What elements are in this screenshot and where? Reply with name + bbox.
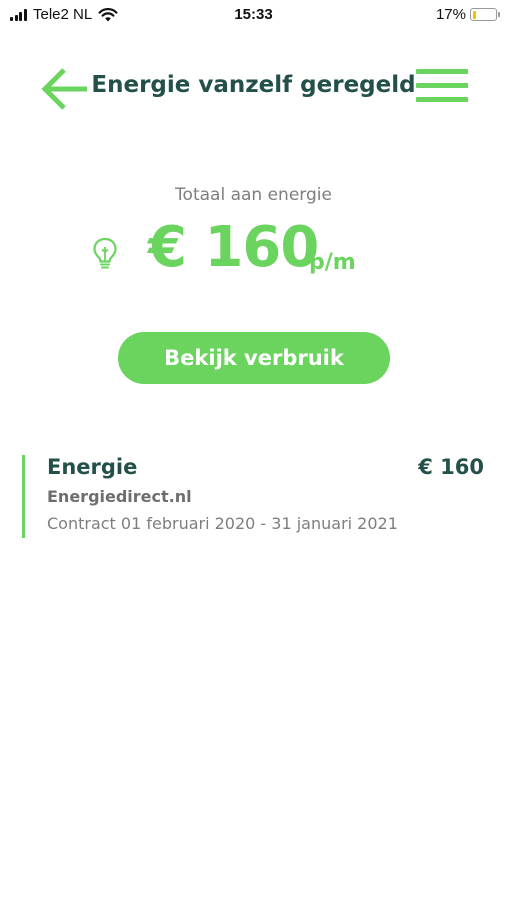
battery-fill xyxy=(472,10,477,19)
contract-supplier: Energiedirect.nl xyxy=(47,487,192,506)
lightbulb-icon xyxy=(93,237,117,269)
battery-icon xyxy=(470,8,500,21)
contract-item[interactable]: Energie € 160 Energiedirect.nl Contract … xyxy=(22,455,492,538)
status-time: 15:33 xyxy=(234,6,273,23)
menu-button[interactable] xyxy=(416,69,468,109)
battery-percentage: 17% xyxy=(435,6,466,23)
total-energy-label: Totaal aan energie xyxy=(175,185,332,205)
hamburger-menu-icon xyxy=(416,69,468,102)
status-right: 17% xyxy=(435,6,500,23)
contract-name: Energie xyxy=(47,455,138,479)
status-bar: Tele2 NL 15:33 17% xyxy=(0,0,507,30)
total-amount: € 160 xyxy=(148,215,319,280)
view-usage-button[interactable]: Bekijk verbruik xyxy=(118,332,390,384)
app-header: Energie vanzelf geregeld xyxy=(0,60,507,118)
contract-amount: € 160 xyxy=(418,455,484,479)
total-unit: p/m xyxy=(309,250,356,275)
total-energy-row: € 160 p/m xyxy=(0,215,507,285)
contract-period: Contract 01 februari 2020 - 31 januari 2… xyxy=(47,514,398,533)
